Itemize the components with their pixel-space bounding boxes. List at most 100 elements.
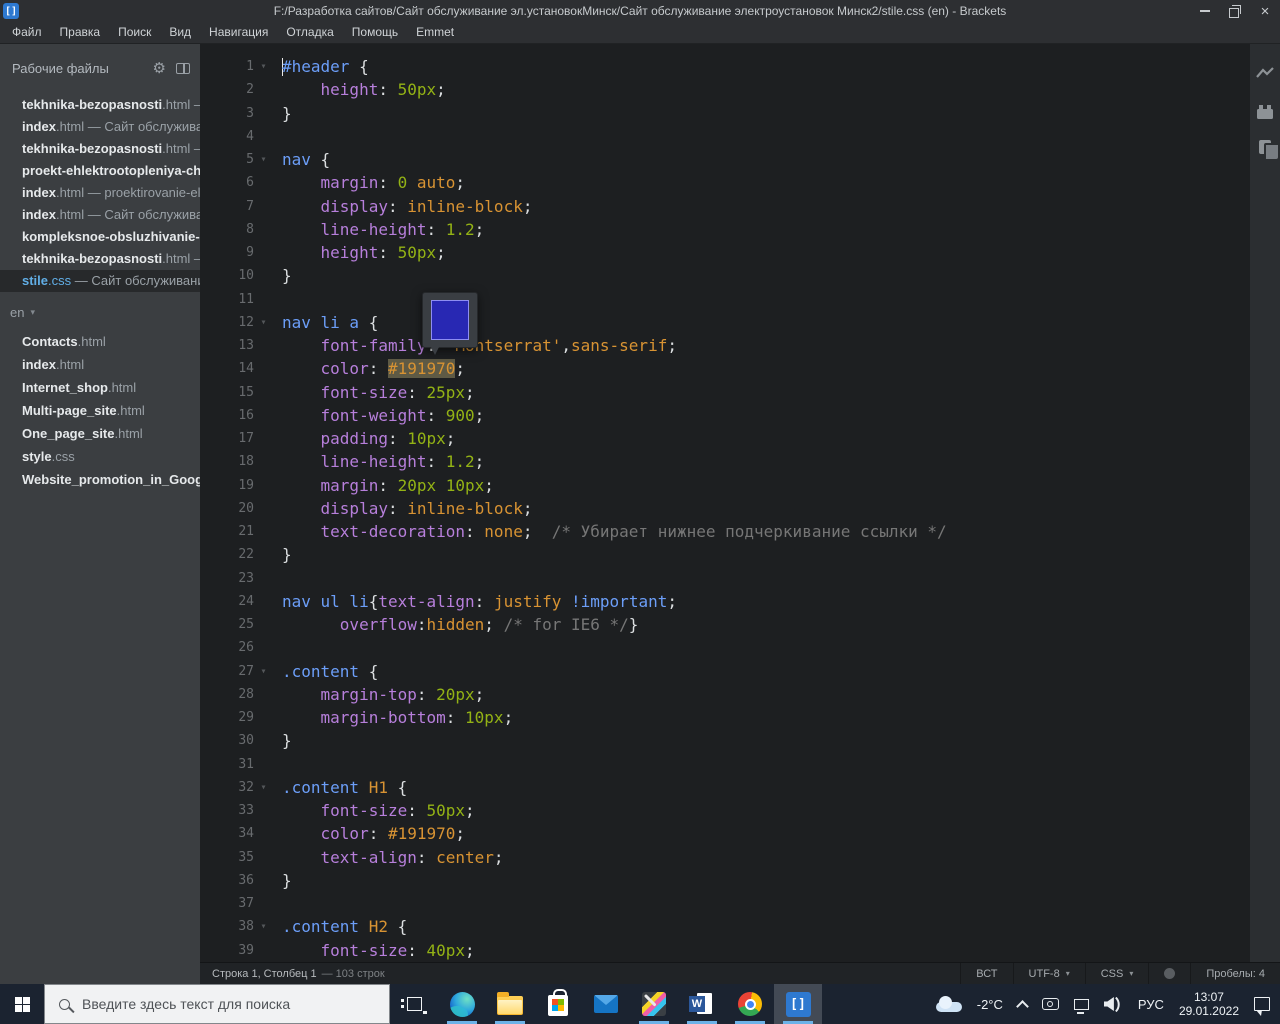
code-line[interactable]: 17 padding: 10px;: [200, 427, 1250, 450]
weather-icon[interactable]: [936, 996, 962, 1012]
code-line[interactable]: 32▾.content H1 {: [200, 776, 1250, 799]
chevron-up-icon[interactable]: [1016, 1000, 1029, 1013]
spaces-setting[interactable]: Пробелы: 4: [1190, 963, 1280, 984]
code-line[interactable]: 23: [200, 567, 1250, 590]
brackets-button[interactable]: []: [774, 984, 822, 1024]
code-line[interactable]: 20 display: inline-block;: [200, 497, 1250, 520]
code-line[interactable]: 10}: [200, 264, 1250, 287]
code-line[interactable]: 21 text-decoration: none; /* Убирает ниж…: [200, 520, 1250, 543]
menu-item[interactable]: Emmet: [407, 22, 463, 43]
action-center-icon[interactable]: [1254, 997, 1270, 1011]
file-explorer-button[interactable]: [486, 984, 534, 1024]
code-line[interactable]: 26: [200, 636, 1250, 659]
project-file-item[interactable]: style.css: [0, 445, 200, 468]
split-view-icon[interactable]: [176, 63, 190, 74]
code-line[interactable]: 35 text-align: center;: [200, 846, 1250, 869]
code-fold-icon[interactable]: ▾: [254, 61, 270, 72]
code-line[interactable]: 36}: [200, 869, 1250, 892]
menu-item[interactable]: Поиск: [109, 22, 160, 43]
mail-button[interactable]: [582, 984, 630, 1024]
encoding-select[interactable]: UTF-8 ▾: [1013, 963, 1085, 984]
working-file-item[interactable]: stile.css — Сайт обслуживание э: [0, 270, 200, 292]
code-fold-icon[interactable]: ▾: [254, 921, 270, 932]
menu-item[interactable]: Отладка: [277, 22, 342, 43]
code-fold-icon[interactable]: ▾: [254, 317, 270, 328]
volume-icon[interactable]: [1104, 997, 1123, 1011]
code-line[interactable]: 6 margin: 0 auto;: [200, 171, 1250, 194]
code-line[interactable]: 3}: [200, 102, 1250, 125]
task-view-button[interactable]: [390, 984, 438, 1024]
code-line[interactable]: 24nav ul li{text-align: justify !importa…: [200, 590, 1250, 613]
working-file-item[interactable]: index.html — proektirovanie-elek: [0, 182, 200, 204]
project-file-item[interactable]: Contacts.html: [0, 330, 200, 353]
project-file-item[interactable]: Internet_shop.html: [0, 376, 200, 399]
code-line[interactable]: 2 height: 50px;: [200, 78, 1250, 101]
working-file-item[interactable]: index.html — Сайт обслуживани: [0, 116, 200, 138]
code-line[interactable]: 30}: [200, 729, 1250, 752]
insert-mode-toggle[interactable]: ВСТ: [960, 963, 1012, 984]
code-line[interactable]: 29 margin-bottom: 10px;: [200, 706, 1250, 729]
menu-item[interactable]: Навигация: [200, 22, 277, 43]
temperature[interactable]: -2°C: [977, 997, 1003, 1012]
close-button[interactable]: ×: [1250, 0, 1280, 22]
project-dropdown[interactable]: en ▾: [0, 292, 200, 320]
code-line[interactable]: 22}: [200, 543, 1250, 566]
minimize-button[interactable]: [1190, 0, 1220, 22]
code-line[interactable]: 33 font-size: 50px;: [200, 799, 1250, 822]
code-line[interactable]: 5▾nav {: [200, 148, 1250, 171]
extension-manager-icon[interactable]: [1257, 109, 1273, 119]
project-file-item[interactable]: Website_promotion_in_Google.html: [0, 468, 200, 491]
code-line[interactable]: 34 color: #191970;: [200, 822, 1250, 845]
menu-item[interactable]: Файл: [3, 22, 51, 43]
gear-icon[interactable]: ⚙: [153, 59, 166, 77]
code-line[interactable]: 4: [200, 125, 1250, 148]
code-line[interactable]: 14 color: #191970;: [200, 357, 1250, 380]
language-indicator[interactable]: РУС: [1138, 997, 1164, 1012]
code-line[interactable]: 11: [200, 288, 1250, 311]
code-line[interactable]: 28 margin-top: 20px;: [200, 683, 1250, 706]
menu-item[interactable]: Помощь: [343, 22, 407, 43]
clock[interactable]: 13:07 29.01.2022: [1179, 990, 1239, 1018]
working-file-item[interactable]: tekhnika-bezopasnosti.html — Сайт обслуж…: [0, 94, 200, 116]
code-line[interactable]: 19 margin: 20px 10px;: [200, 474, 1250, 497]
project-file-item[interactable]: Multi-page_site.html: [0, 399, 200, 422]
working-file-item[interactable]: kompleksnoe-obsluzhivanie-z: [0, 226, 200, 248]
code-line[interactable]: 7 display: inline-block;: [200, 195, 1250, 218]
project-file-item[interactable]: One_page_site.html: [0, 422, 200, 445]
code-line[interactable]: 15 font-size: 25px;: [200, 381, 1250, 404]
taskbar-search-input[interactable]: Введите здесь текст для поиска: [44, 984, 390, 1024]
code-line[interactable]: 25 overflow:hidden; /* for IE6 */}: [200, 613, 1250, 636]
code-line[interactable]: 8 line-height: 1.2;: [200, 218, 1250, 241]
code-line[interactable]: 9 height: 50px;: [200, 241, 1250, 264]
edge-button[interactable]: [438, 984, 486, 1024]
code-line[interactable]: 27▾.content {: [200, 660, 1250, 683]
paint-button[interactable]: [630, 984, 678, 1024]
chrome-button[interactable]: [726, 984, 774, 1024]
code-fold-icon[interactable]: ▾: [254, 154, 270, 165]
store-button[interactable]: [534, 984, 582, 1024]
code-line[interactable]: 31: [200, 753, 1250, 776]
working-file-item[interactable]: tekhnika-bezopasnosti.html — Сайт обслуж…: [0, 248, 200, 270]
code-line[interactable]: 39 font-size: 40px;: [200, 939, 1250, 962]
code-line[interactable]: 12▾nav li a {: [200, 311, 1250, 334]
network-icon[interactable]: [1074, 999, 1089, 1010]
live-preview-icon[interactable]: [1255, 66, 1275, 85]
code-fold-icon[interactable]: ▾: [254, 782, 270, 793]
brackets-logo-icon[interactable]: []: [3, 3, 19, 19]
restore-button[interactable]: [1220, 0, 1250, 22]
working-file-item[interactable]: index.html — Сайт обслуживани: [0, 204, 200, 226]
device-tray-icon[interactable]: [1042, 998, 1059, 1010]
start-button[interactable]: [0, 984, 44, 1024]
working-file-item[interactable]: proekt-ehlektrootopleniya-cha: [0, 160, 200, 182]
project-file-item[interactable]: index.html: [0, 353, 200, 376]
code-line[interactable]: 38▾.content H2 {: [200, 915, 1250, 938]
code-editor[interactable]: 1▾#header {2 height: 50px;3}45▾nav {6 ma…: [200, 44, 1250, 962]
code-line[interactable]: 1▾#header {: [200, 55, 1250, 78]
code-line[interactable]: 13 font-family: 'Montserrat',sans-serif;: [200, 334, 1250, 357]
code-line[interactable]: 18 line-height: 1.2;: [200, 450, 1250, 473]
menu-item[interactable]: Правка: [51, 22, 110, 43]
word-button[interactable]: W: [678, 984, 726, 1024]
code-line[interactable]: 37: [200, 892, 1250, 915]
code-fold-icon[interactable]: ▾: [254, 666, 270, 677]
documents-icon[interactable]: [1259, 140, 1271, 154]
